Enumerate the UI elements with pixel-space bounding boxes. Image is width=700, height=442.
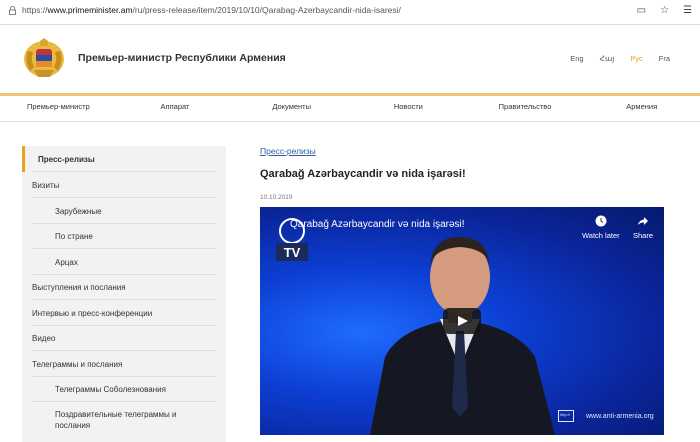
sidebar-item-artsakh[interactable]: Арцах — [55, 257, 259, 268]
nav-item-government[interactable]: Правительство — [467, 96, 584, 122]
armenia-coat-of-arms-logo[interactable] — [22, 37, 66, 79]
sidebar-divider — [32, 274, 216, 275]
embedded-video-player[interactable]: TV Qarabağ Azərbaycandir və nida işarəsi… — [260, 207, 664, 435]
lang-fr[interactable]: Fra — [659, 54, 670, 63]
sidebar-divider — [32, 401, 216, 402]
url-text[interactable]: https://www.primeminister.am/ru/press-re… — [22, 5, 401, 15]
browser-address-bar[interactable]: https://www.primeminister.am/ru/press-re… — [0, 0, 700, 25]
sidebar-divider — [32, 350, 216, 351]
sidebar-item-speeches[interactable]: Выступления и послания — [32, 282, 236, 293]
sidebar-item-visits[interactable]: Визиты — [32, 180, 236, 191]
reader-mode-icon[interactable]: ▭ — [637, 5, 646, 17]
lang-ru[interactable]: Рус — [630, 54, 642, 63]
favorite-star-icon[interactable]: ☆ — [660, 5, 669, 17]
video-title[interactable]: Qarabağ Azərbaycandir və nida işarəsi! — [290, 219, 465, 230]
page-title: Qarabağ Azərbaycandir və nida işarəsi! — [260, 168, 466, 180]
site-header: Премьер-министр Республики Армения Eng Հ… — [0, 25, 700, 93]
lang-eng[interactable]: Eng — [570, 54, 583, 63]
language-switcher: Eng Հայ Рус Fra — [570, 54, 670, 63]
main-nav: Премьер-министр Аппарат Документы Новост… — [0, 96, 700, 122]
nav-item-news[interactable]: Новости — [350, 96, 467, 122]
sidebar: Пресс-релизы Визиты Зарубежные По стране… — [22, 146, 226, 442]
nav-divider — [0, 121, 700, 122]
sidebar-divider — [32, 325, 216, 326]
active-item-marker — [22, 146, 25, 172]
share-icon[interactable] — [637, 215, 649, 227]
publish-date: 10.10.2019 — [260, 194, 293, 201]
share-button[interactable]: Share — [633, 231, 653, 240]
nav-item-documents[interactable]: Документы — [233, 96, 350, 122]
sidebar-item-video[interactable]: Видео — [32, 333, 236, 344]
sidebar-item-telegrams[interactable]: Телеграммы и послания — [32, 359, 236, 370]
sidebar-item-interviews[interactable]: Интервью и пресс-конференции — [32, 308, 236, 319]
site-title[interactable]: Премьер-министр Республики Армения — [78, 52, 286, 64]
nav-item-office[interactable]: Аппарат — [117, 96, 234, 122]
sidebar-item-foreign[interactable]: Зарубежные — [55, 206, 259, 217]
lang-hy[interactable]: Հայ — [600, 54, 615, 63]
sidebar-item-condolences[interactable]: Телеграммы Соболезнования — [55, 384, 259, 395]
sidebar-divider — [32, 223, 216, 224]
sidebar-divider — [32, 171, 216, 172]
sidebar-divider — [32, 299, 216, 300]
watch-later-button[interactable]: Watch later — [582, 231, 620, 240]
sidebar-divider — [32, 197, 216, 198]
sidebar-divider — [32, 248, 216, 249]
nav-item-armenia[interactable]: Армения — [583, 96, 700, 122]
lock-icon — [9, 6, 16, 15]
sidebar-item-domestic[interactable]: По стране — [55, 231, 259, 242]
sidebar-divider — [32, 376, 216, 377]
play-button[interactable] — [443, 308, 481, 334]
video-watermark: www.anti-armenia.org — [586, 413, 654, 420]
nav-item-prime-minister[interactable]: Премьер-министр — [0, 96, 117, 122]
sidebar-item-press-releases[interactable]: Пресс-релизы — [38, 154, 242, 165]
clock-icon[interactable] — [595, 215, 607, 227]
breadcrumb[interactable]: Пресс-релизы — [260, 146, 316, 156]
watermark-box: http:// — [558, 410, 574, 422]
sidebar-item-congratulations[interactable]: Поздравительные телеграммы и послания — [55, 409, 205, 431]
favorites-list-icon[interactable]: ☰ — [683, 5, 692, 17]
channel-tv-label: TV — [284, 245, 301, 260]
